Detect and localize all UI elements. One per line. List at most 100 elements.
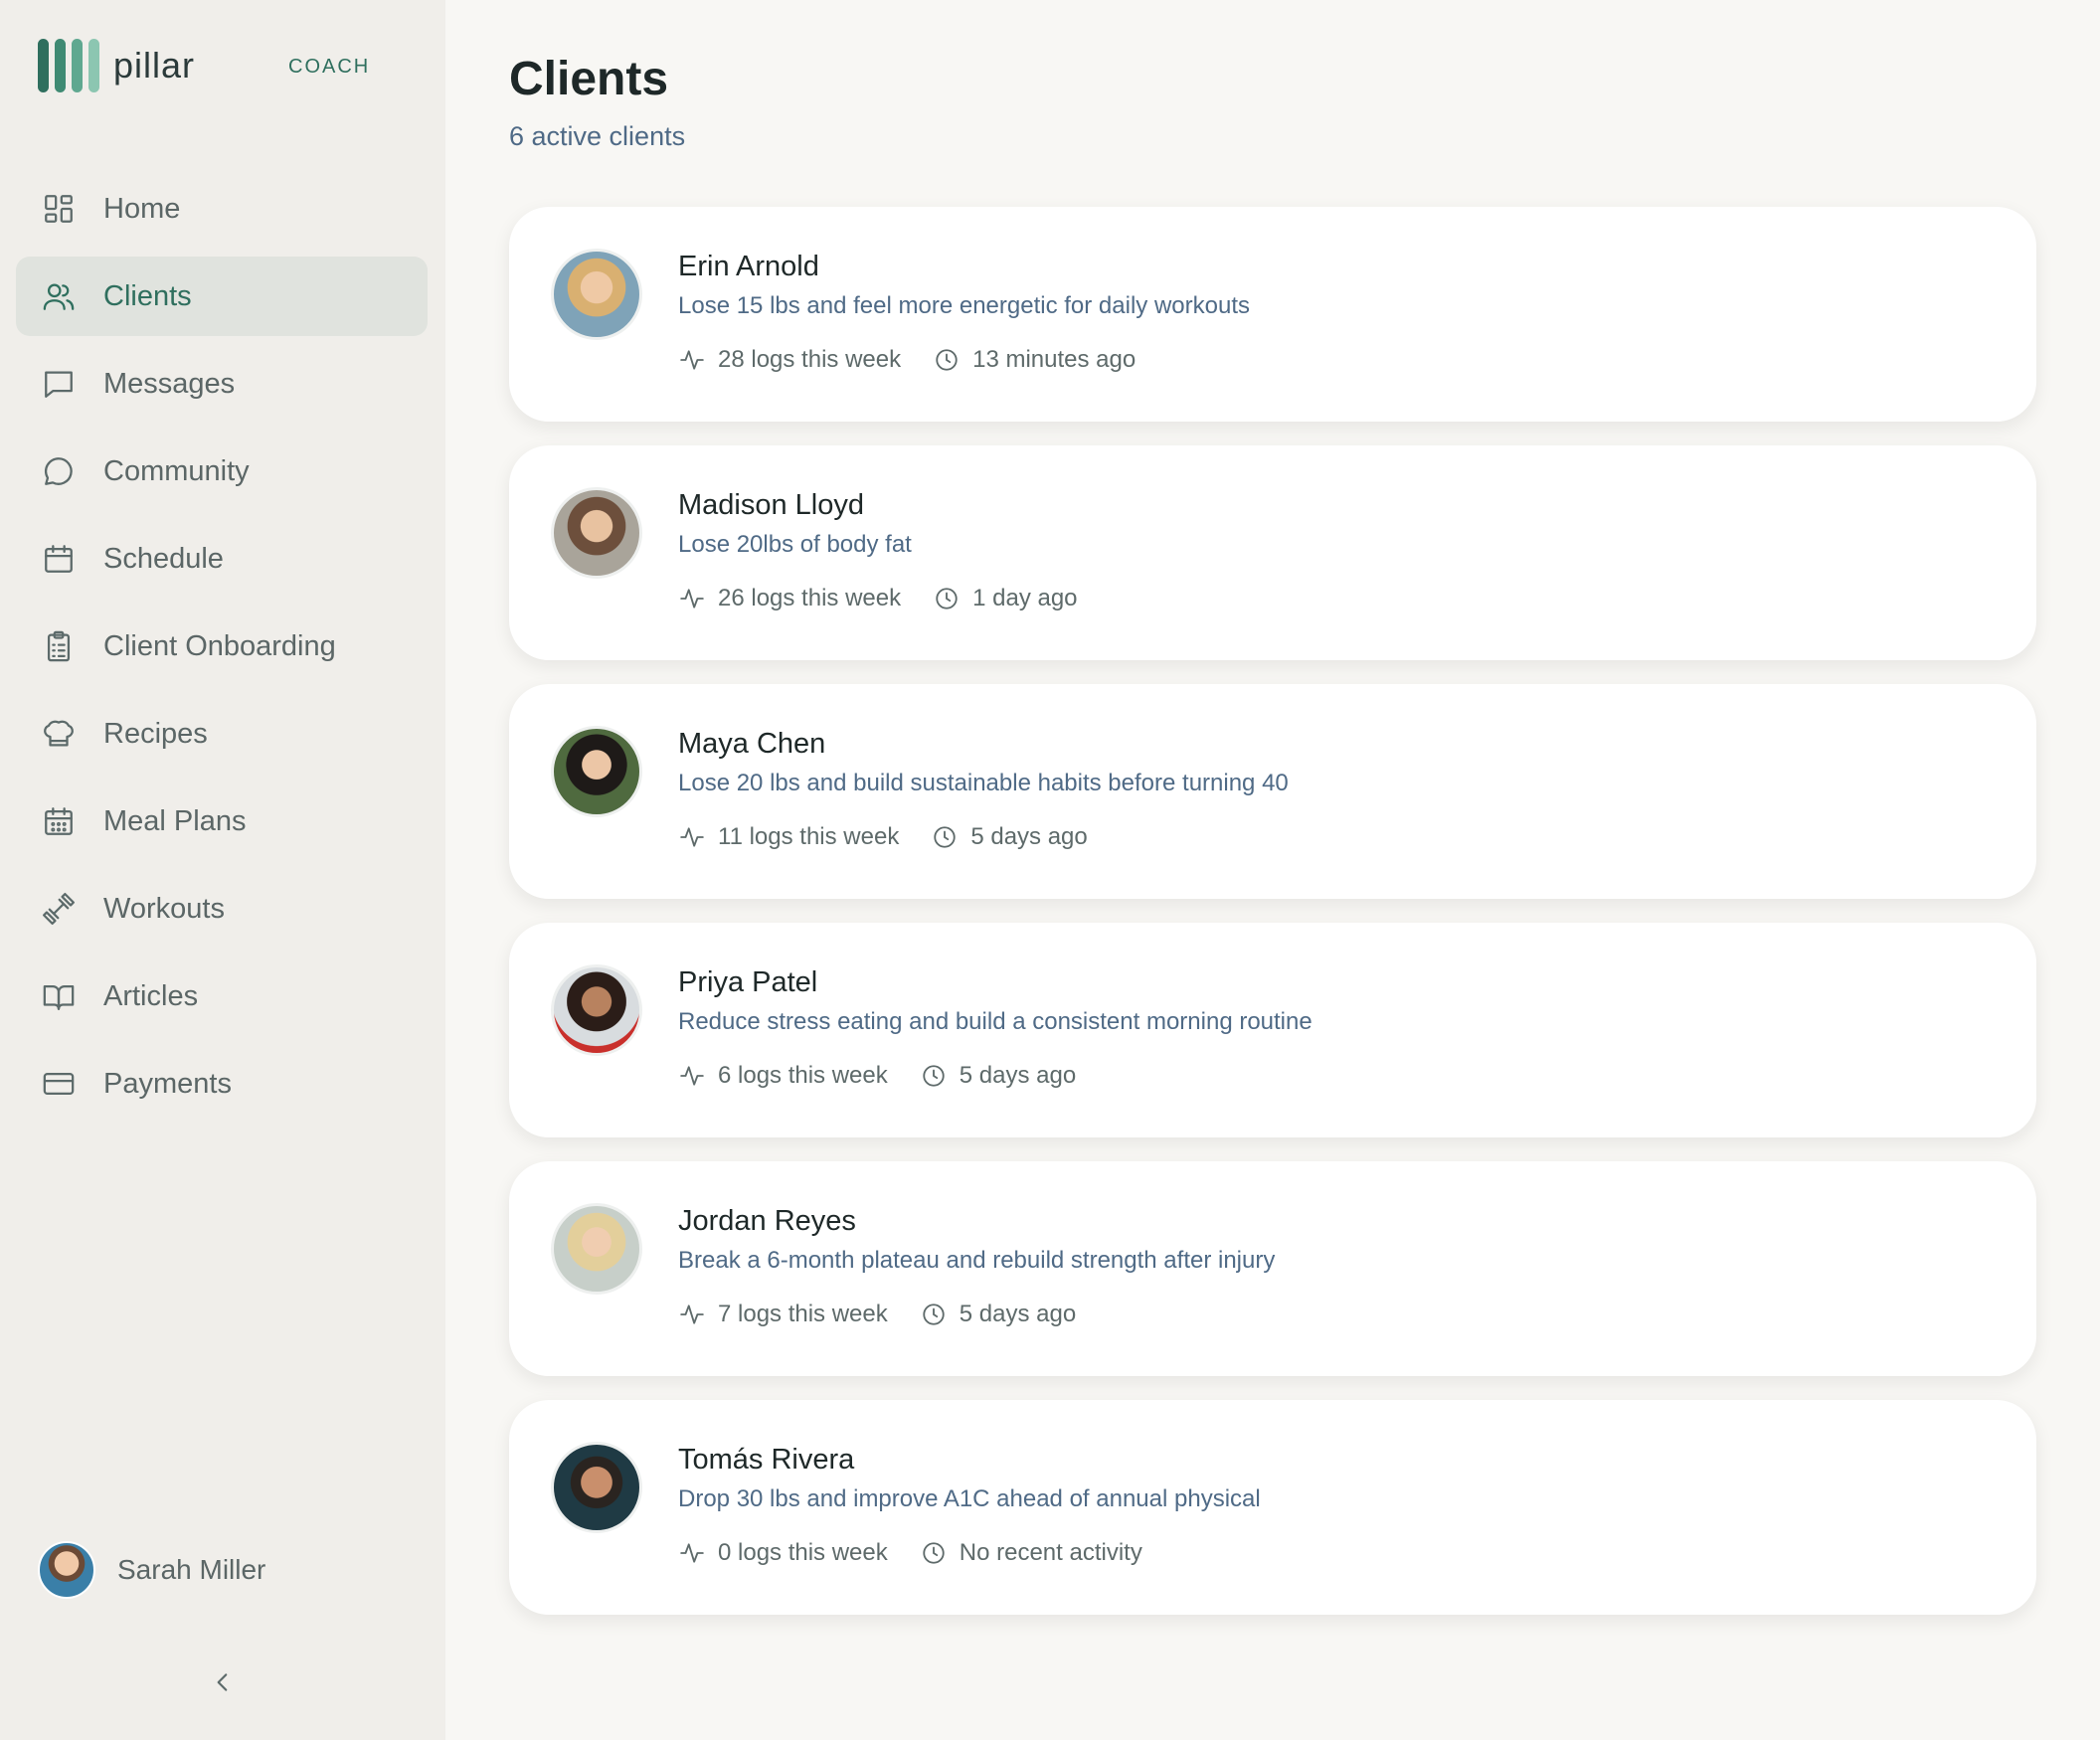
profile-name: Sarah Miller xyxy=(117,1554,266,1585)
brand-role-badge: COACH xyxy=(288,56,371,78)
avatar xyxy=(38,1541,95,1599)
sidebar-item-label: Home xyxy=(103,192,181,225)
sidebar-item-clients[interactable]: Clients xyxy=(16,257,428,336)
clock-icon xyxy=(920,1301,948,1328)
last-active-text: No recent activity xyxy=(959,1539,1142,1566)
client-meta: 28 logs this week 13 minutes ago xyxy=(678,346,1167,374)
last-active-text: 5 days ago xyxy=(959,1301,1077,1327)
last-active-text: 5 days ago xyxy=(959,1062,1077,1089)
last-active-text: 13 minutes ago xyxy=(972,346,1137,373)
sidebar-item-recipes[interactable]: Recipes xyxy=(16,694,428,774)
collapse-sidebar-button[interactable] xyxy=(205,1664,241,1700)
chevron-left-icon xyxy=(217,1673,228,1691)
client-card[interactable]: Jordan Reyes Break a 6-month plateau and… xyxy=(509,1161,2036,1376)
sidebar-item-label: Recipes xyxy=(103,717,208,750)
sidebar-item-articles[interactable]: Articles xyxy=(16,957,428,1036)
client-name: Jordan Reyes xyxy=(678,1205,856,1237)
sidebar-item-label: Schedule xyxy=(103,542,224,575)
client-name: Tomás Rivera xyxy=(678,1444,855,1476)
client-card[interactable]: Priya Patel Reduce stress eating and bui… xyxy=(509,923,2036,1137)
client-list: Erin Arnold Lose 15 lbs and feel more en… xyxy=(509,207,2036,1639)
last-active-text: 1 day ago xyxy=(972,585,1078,611)
brand-name: pillar xyxy=(113,45,196,86)
sidebar-item-label: Client Onboarding xyxy=(103,629,336,662)
clock-icon xyxy=(933,585,961,612)
avatar xyxy=(551,1203,642,1295)
activity-icon xyxy=(678,1301,706,1328)
last-active: 5 days ago xyxy=(920,1062,1076,1090)
avatar xyxy=(551,964,642,1056)
logs-count: 0 logs this week xyxy=(678,1539,888,1567)
client-goal: Lose 20 lbs and build sustainable habits… xyxy=(678,770,1289,796)
client-goal: Break a 6-month plateau and rebuild stre… xyxy=(678,1247,1276,1274)
logs-count: 26 logs this week xyxy=(678,585,901,612)
clock-icon xyxy=(920,1062,948,1090)
client-card[interactable]: Madison Lloyd Lose 20lbs of body fat 26 … xyxy=(509,445,2036,660)
client-name: Erin Arnold xyxy=(678,251,819,282)
clock-icon xyxy=(920,1539,948,1567)
client-card[interactable]: Maya Chen Lose 20 lbs and build sustaina… xyxy=(509,684,2036,899)
logs-count: 28 logs this week xyxy=(678,346,901,374)
client-card[interactable]: Erin Arnold Lose 15 lbs and feel more en… xyxy=(509,207,2036,422)
sidebar: pillar COACH Home Clients Messages Commu… xyxy=(0,0,445,1740)
sidebar-item-schedule[interactable]: Schedule xyxy=(16,519,428,599)
logs-text: 11 logs this week xyxy=(718,823,900,850)
chat-bubble-icon xyxy=(40,452,78,490)
logs-text: 6 logs this week xyxy=(718,1062,888,1089)
page-subtitle: 6 active clients xyxy=(509,121,686,151)
last-active: No recent activity xyxy=(920,1539,1142,1567)
sidebar-nav: Home Clients Messages Community Schedule… xyxy=(16,169,428,1131)
pillar-logo-icon xyxy=(38,38,99,93)
client-meta: 26 logs this week 1 day ago xyxy=(678,585,1110,612)
main-content: Clients 6 active clients Erin Arnold Los… xyxy=(445,0,2100,1740)
grid-icon xyxy=(40,190,78,228)
avatar xyxy=(551,249,642,340)
client-meta: 7 logs this week 5 days ago xyxy=(678,1301,1108,1328)
sidebar-item-workouts[interactable]: Workouts xyxy=(16,869,428,949)
logs-count: 6 logs this week xyxy=(678,1062,888,1090)
sidebar-item-client-onboarding[interactable]: Client Onboarding xyxy=(16,607,428,686)
logs-count: 11 logs this week xyxy=(678,823,899,851)
client-card[interactable]: Tomás Rivera Drop 30 lbs and improve A1C… xyxy=(509,1400,2036,1615)
activity-icon xyxy=(678,823,706,851)
user-profile[interactable]: Sarah Miller xyxy=(38,1541,265,1599)
clipboard-icon xyxy=(40,627,78,665)
chef-hat-icon xyxy=(40,715,78,753)
client-name: Maya Chen xyxy=(678,728,826,760)
sidebar-item-label: Payments xyxy=(103,1067,232,1100)
sidebar-item-home[interactable]: Home xyxy=(16,169,428,249)
book-icon xyxy=(40,977,78,1015)
clock-icon xyxy=(931,823,959,851)
brand[interactable]: pillar COACH xyxy=(38,38,376,93)
activity-icon xyxy=(678,1062,706,1090)
activity-icon xyxy=(678,585,706,612)
last-active: 13 minutes ago xyxy=(933,346,1136,374)
activity-icon xyxy=(678,346,706,374)
sidebar-item-label: Messages xyxy=(103,367,236,400)
page-title: Clients xyxy=(509,53,669,105)
credit-card-icon xyxy=(40,1065,78,1103)
last-active: 1 day ago xyxy=(933,585,1078,612)
logs-text: 26 logs this week xyxy=(718,585,902,611)
logs-count: 7 logs this week xyxy=(678,1301,888,1328)
logs-text: 7 logs this week xyxy=(718,1301,888,1327)
users-icon xyxy=(40,277,78,315)
last-active-text: 5 days ago xyxy=(970,823,1088,850)
client-goal: Lose 20lbs of body fat xyxy=(678,531,912,558)
logs-text: 28 logs this week xyxy=(718,346,902,373)
logs-text: 0 logs this week xyxy=(718,1539,888,1566)
sidebar-item-meal-plans[interactable]: Meal Plans xyxy=(16,782,428,861)
client-goal: Lose 15 lbs and feel more energetic for … xyxy=(678,292,1250,319)
sidebar-item-messages[interactable]: Messages xyxy=(16,344,428,424)
client-meta: 0 logs this week No recent activity xyxy=(678,1539,1174,1567)
avatar xyxy=(551,1442,642,1533)
sidebar-item-community[interactable]: Community xyxy=(16,432,428,511)
calendar-icon xyxy=(40,540,78,578)
sidebar-item-label: Workouts xyxy=(103,892,225,925)
client-goal: Reduce stress eating and build a consist… xyxy=(678,1008,1312,1035)
last-active: 5 days ago xyxy=(920,1301,1076,1328)
client-name: Madison Lloyd xyxy=(678,489,864,521)
sidebar-item-payments[interactable]: Payments xyxy=(16,1044,428,1124)
client-meta: 11 logs this week 5 days ago xyxy=(678,823,1120,851)
last-active: 5 days ago xyxy=(931,823,1088,851)
